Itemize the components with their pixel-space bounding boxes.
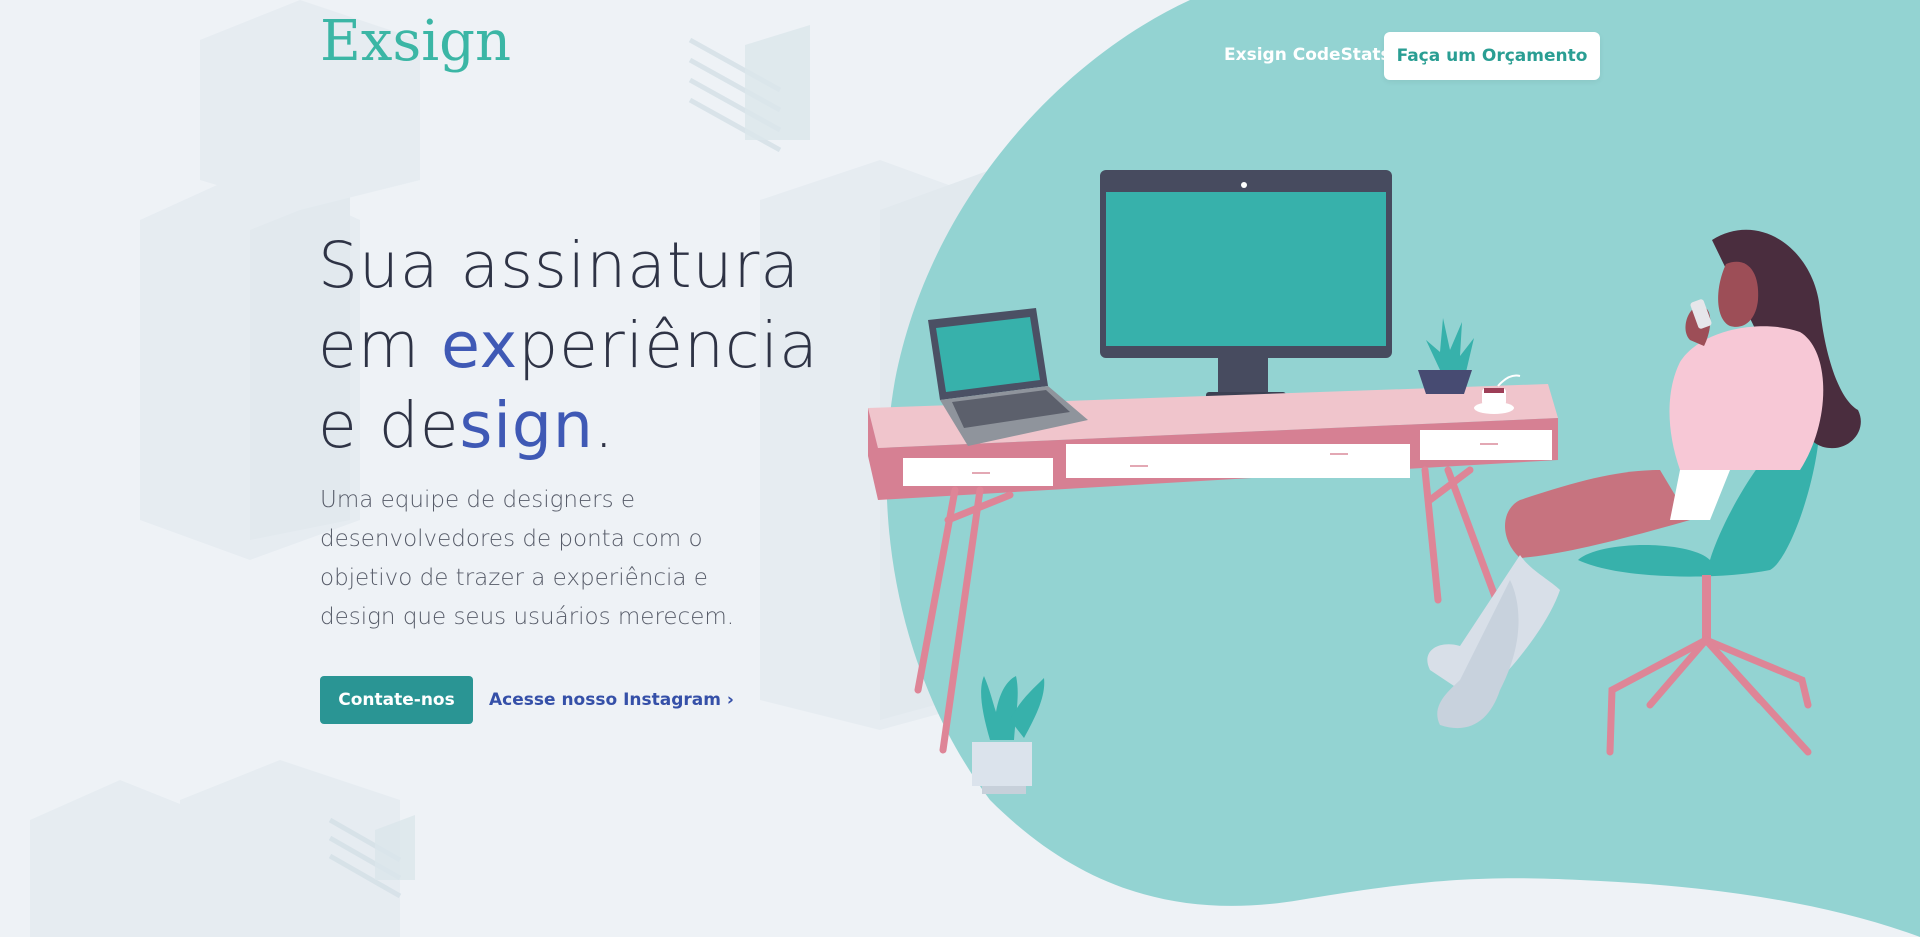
cactus-illustration xyxy=(972,676,1045,794)
hero-subtitle: Uma equipe de designers e desenvolvedore… xyxy=(320,487,735,630)
desk-plant-illustration xyxy=(1418,318,1474,394)
headline-highlight: sign xyxy=(459,389,594,462)
headline-highlight: ex xyxy=(441,309,519,382)
chevron-right-icon: › xyxy=(726,690,734,710)
quote-request-button[interactable]: Faça um Orçamento xyxy=(1384,32,1600,80)
headline-text: em xyxy=(318,309,442,382)
headline-line-2: em experiência xyxy=(318,306,918,386)
headline-text: e de xyxy=(318,389,460,462)
contact-button[interactable]: Contate-nos xyxy=(320,676,473,724)
headline-line-3: e design. xyxy=(318,386,918,466)
nav-link-codestats[interactable]: Exsign CodeStats xyxy=(1224,45,1391,65)
headline-text: . xyxy=(593,389,615,462)
instagram-link-label: Acesse nosso Instagram xyxy=(489,690,721,710)
exsign-logo[interactable]: Exsign xyxy=(320,14,511,70)
headline-text: periência xyxy=(518,309,819,382)
hero-headline: Sua assinatura em experiência e design. xyxy=(318,226,918,466)
headline-line-1: Sua assinatura xyxy=(318,229,800,302)
workspace-illustration xyxy=(868,170,1861,794)
instagram-link[interactable]: Acesse nosso Instagram › xyxy=(489,689,734,711)
monitor-illustration xyxy=(1100,170,1392,402)
